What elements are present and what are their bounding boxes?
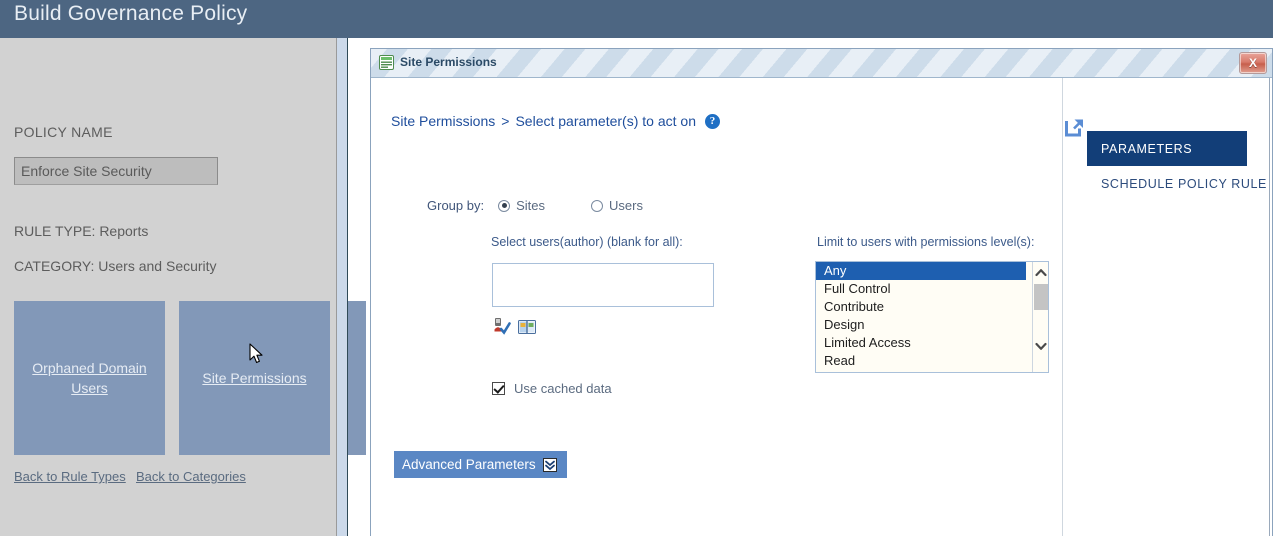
permission-option-read[interactable]: Read — [816, 352, 1026, 370]
permissions-listbox-scrollbar[interactable] — [1032, 262, 1048, 372]
permissions-options-list: Any Full Control Contribute Design Limit… — [816, 262, 1026, 370]
tile-site-permissions-label[interactable]: Site Permissions — [202, 368, 306, 388]
check-names-icon[interactable] — [492, 316, 511, 335]
advanced-parameters-button[interactable]: Advanced Parameters — [394, 451, 567, 478]
radio-group-by-sites[interactable]: Sites — [498, 198, 545, 213]
left-content-panel: POLICY NAME RULE TYPE: Reports CATEGORY:… — [0, 38, 336, 536]
group-by-row: Group by: Sites Users — [427, 198, 643, 213]
permissions-levels-caption: Limit to users with permissions level(s)… — [817, 235, 1034, 249]
tile-orphaned-domain-users[interactable]: Orphaned Domain Users — [14, 301, 165, 455]
breadcrumb: Site Permissions > Select parameter(s) t… — [391, 113, 720, 129]
dialog-main-panel: Site Permissions > Select parameter(s) t… — [372, 78, 1063, 536]
scroll-up-arrow-icon[interactable] — [1033, 264, 1049, 280]
use-cached-data-label: Use cached data — [514, 381, 612, 396]
dialog-content: Site Permissions > Select parameter(s) t… — [371, 78, 1272, 536]
rail-tab-list: PARAMETERS SCHEDULE POLICY RULE — [1087, 131, 1247, 201]
use-cached-data-checkbox[interactable] — [492, 382, 505, 395]
close-button[interactable]: X — [1239, 52, 1267, 74]
radio-users-indicator[interactable] — [591, 200, 603, 212]
breadcrumb-root-link[interactable]: Site Permissions — [391, 113, 495, 129]
radio-users-label: Users — [609, 198, 643, 213]
users-input[interactable] — [492, 263, 714, 307]
rail-divider — [1269, 78, 1270, 536]
popout-expand-icon[interactable] — [1065, 118, 1085, 137]
use-cached-data-checkbox-row[interactable]: Use cached data — [492, 381, 612, 396]
app-header-bar: Build Governance Policy — [0, 0, 1273, 38]
dialog-titlebar[interactable]: Site Permissions X — [371, 49, 1272, 78]
scroll-down-arrow-icon[interactable] — [1033, 338, 1049, 354]
policy-name-input[interactable] — [14, 157, 218, 185]
breadcrumb-separator: > — [501, 113, 509, 129]
page-title: Build Governance Policy — [14, 2, 247, 26]
back-to-categories-link[interactable]: Back to Categories — [136, 469, 246, 484]
permission-option-limited-access[interactable]: Limited Access — [816, 334, 1026, 352]
permission-option-full-control[interactable]: Full Control — [816, 280, 1026, 298]
help-icon[interactable]: ? — [705, 114, 720, 129]
chevron-double-down-icon — [543, 458, 557, 472]
rule-type-text: RULE TYPE: Reports — [14, 223, 148, 239]
people-picker-toolbar — [492, 316, 536, 335]
site-permissions-dialog: Site Permissions X Site Permissions > Se… — [370, 48, 1273, 536]
permission-option-any[interactable]: Any — [816, 262, 1026, 280]
tile-site-permissions[interactable]: Site Permissions — [179, 301, 330, 455]
radio-group-by-users[interactable]: Users — [591, 198, 643, 213]
users-field-caption: Select users(author) (blank for all): — [491, 235, 683, 249]
permissions-levels-listbox[interactable]: Any Full Control Contribute Design Limit… — [815, 261, 1049, 373]
permission-option-contribute[interactable]: Contribute — [816, 298, 1026, 316]
window-document-icon — [379, 55, 394, 70]
group-by-label: Group by: — [427, 198, 484, 213]
breadcrumb-current: Select parameter(s) to act on — [515, 113, 696, 129]
advanced-parameters-label: Advanced Parameters — [402, 457, 536, 472]
policy-name-label: POLICY NAME — [14, 124, 113, 140]
back-to-rule-types-link[interactable]: Back to Rule Types — [14, 469, 126, 484]
radio-sites-label: Sites — [516, 198, 545, 213]
radio-sites-indicator[interactable] — [498, 200, 510, 212]
category-text: CATEGORY: Users and Security — [14, 258, 217, 274]
dialog-right-rail: PARAMETERS SCHEDULE POLICY RULE — [1063, 78, 1272, 536]
page-scrollbar[interactable] — [336, 38, 348, 536]
tile-orphaned-domain-users-label[interactable]: Orphaned Domain Users — [25, 358, 155, 398]
dialog-title: Site Permissions — [400, 55, 497, 69]
tab-parameters[interactable]: PARAMETERS — [1087, 131, 1247, 166]
address-book-icon[interactable] — [518, 319, 536, 335]
scrollbar-thumb[interactable] — [1034, 284, 1048, 310]
permission-option-design[interactable]: Design — [816, 316, 1026, 334]
tab-schedule-policy-rule[interactable]: SCHEDULE POLICY RULE — [1087, 166, 1247, 201]
close-icon: X — [1240, 53, 1266, 73]
